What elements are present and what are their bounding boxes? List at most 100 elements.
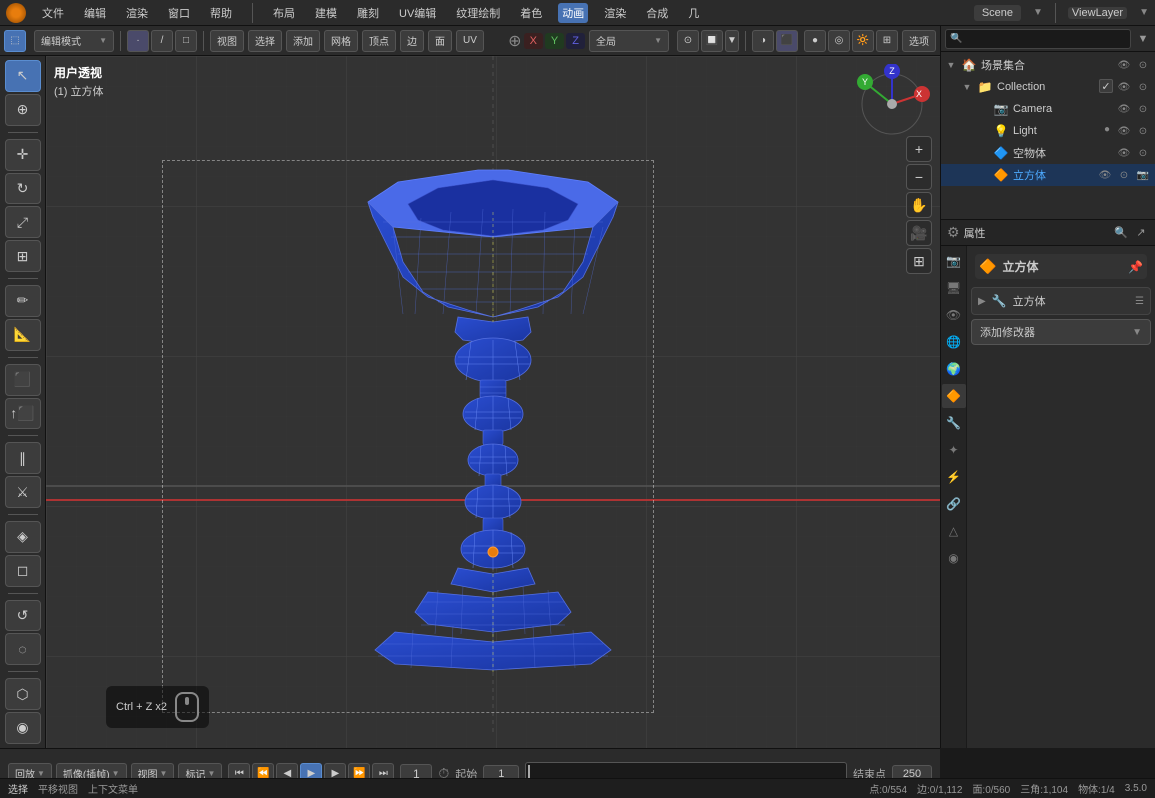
viewport-shading-mat[interactable]: ◎ [828, 30, 850, 52]
camera-view-btn[interactable]: 🎥 [906, 220, 932, 246]
vertex-select-icon[interactable]: · [127, 30, 149, 52]
tool-scale[interactable]: ⤢ [5, 206, 41, 238]
light-eye-icon[interactable]: 👁 [1116, 123, 1132, 139]
menu-render[interactable]: 渲染 [122, 3, 152, 23]
snap-icon[interactable]: 🔲 [701, 30, 723, 52]
expand-icon-collection[interactable]: ▼ [961, 81, 973, 93]
outliner-item-empty[interactable]: ▶ 🔷 空物体 👁 ⊙ [941, 142, 1155, 164]
viewport-shading-solid[interactable]: ● [804, 30, 826, 52]
collection-restrict[interactable]: ⊙ [1135, 79, 1151, 95]
prop-tab-data[interactable]: △ [942, 519, 966, 543]
tool-move[interactable]: ✛ [5, 139, 41, 171]
nav-gizmo[interactable]: X Y Z [852, 64, 932, 144]
camera-restrict[interactable]: ⊙ [1135, 101, 1151, 117]
transform-global-dropdown[interactable]: 全局 ▼ [589, 30, 669, 52]
props-maximize-icon[interactable]: ↗ [1133, 225, 1149, 241]
prop-tab-modifiers[interactable]: 🔧 [942, 411, 966, 435]
tool-extrude[interactable]: ↑⬛ [5, 398, 41, 430]
add-modifier-btn[interactable]: 添加修改器 ▼ [971, 319, 1151, 345]
viewport-3d[interactable]: 用户透视 (1) 立方体 [46, 56, 940, 748]
axis-y[interactable]: Y [545, 33, 564, 49]
view-pan-btn[interactable]: ✋ [906, 192, 932, 218]
menu-add[interactable]: 添加 [286, 30, 320, 52]
collection-checkbox[interactable]: ✓ [1099, 79, 1113, 93]
menu-mesh[interactable]: 网格 [324, 30, 358, 52]
restrict-icon[interactable]: ⊙ [1135, 57, 1151, 73]
outliner-item-camera[interactable]: ▶ 📷 Camera 👁 ⊙ [941, 98, 1155, 120]
axis-x[interactable]: X [524, 33, 543, 49]
workspace-sculpt[interactable]: 雕刻 [353, 3, 383, 23]
workspace-geometry[interactable]: 几 [684, 3, 703, 23]
empty-eye-icon[interactable]: 👁 [1116, 145, 1132, 161]
prop-tab-scene[interactable]: 🌐 [942, 330, 966, 354]
outliner-item-light[interactable]: ▶ 💡 Light ● 👁 ⊙ [941, 120, 1155, 142]
menu-select[interactable]: 选择 [248, 30, 282, 52]
snap-options-icon[interactable]: ▼ [725, 30, 739, 52]
status-transform[interactable]: 平移视图 [38, 781, 78, 796]
mode-dropdown[interactable]: 编辑模式 ▼ [34, 30, 114, 52]
outliner-search[interactable] [945, 29, 1131, 49]
menu-edge[interactable]: 边 [400, 30, 424, 52]
zoom-in-btn[interactable]: + [906, 136, 932, 162]
menu-face[interactable]: 面 [428, 30, 452, 52]
tool-spin[interactable]: ↺ [5, 600, 41, 632]
menu-edit[interactable]: 编辑 [80, 3, 110, 23]
workspace-compositing[interactable]: 合成 [642, 3, 672, 23]
workspace-texture[interactable]: 纹理绘制 [452, 3, 504, 23]
visible-eye-icon[interactable]: 👁 [1116, 57, 1132, 73]
prop-tab-object[interactable]: 🔶 [942, 384, 966, 408]
menu-uv[interactable]: UV [456, 30, 484, 52]
outliner-filter-icon[interactable]: ▼ [1135, 31, 1151, 47]
light-restrict[interactable]: ⊙ [1135, 123, 1151, 139]
workspace-layout[interactable]: 布局 [269, 3, 299, 23]
menu-help[interactable]: 帮助 [206, 3, 236, 23]
menu-window[interactable]: 窗口 [164, 3, 194, 23]
tool-measure[interactable]: 📐 [5, 319, 41, 351]
xray-icon[interactable]: ⬛ [776, 30, 798, 52]
prop-tab-view[interactable]: 👁 [942, 303, 966, 327]
tool-smooth[interactable]: ◌ [5, 633, 41, 665]
camera-eye-icon[interactable]: 👁 [1116, 101, 1132, 117]
tool-bevel[interactable]: ◈ [5, 521, 41, 553]
modifier-options-icon[interactable]: ☰ [1135, 296, 1144, 307]
expand-icon-scene[interactable]: ▼ [945, 59, 957, 71]
cube-restrict[interactable]: ⊙ [1116, 167, 1132, 183]
prop-tab-output[interactable]: 🖥 [942, 276, 966, 300]
prop-tab-physics[interactable]: ⚡ [942, 465, 966, 489]
prop-tab-render[interactable]: 📷 [942, 249, 966, 273]
status-context-menu[interactable]: 上下文菜单 [88, 781, 138, 796]
tool-rotate[interactable]: ↻ [5, 173, 41, 205]
empty-restrict[interactable]: ⊙ [1135, 145, 1151, 161]
prop-tab-world[interactable]: 🌍 [942, 357, 966, 381]
tool-add-cube[interactable]: ⬛ [5, 364, 41, 396]
workspace-animation[interactable]: 动画 [558, 3, 588, 23]
prop-tab-particles[interactable]: ✦ [942, 438, 966, 462]
workspace-rendering[interactable]: 渲染 [600, 3, 630, 23]
tool-loop-cut[interactable]: ∥ [5, 442, 41, 474]
tool-inset[interactable]: ◻ [5, 555, 41, 587]
tool-to-sphere[interactable]: ◉ [5, 712, 41, 744]
prop-tab-material[interactable]: ◉ [942, 546, 966, 570]
status-select[interactable]: 选择 [8, 781, 28, 796]
menu-view[interactable]: 视图 [210, 30, 244, 52]
menu-vertex[interactable]: 顶点 [362, 30, 396, 52]
face-select-icon[interactable]: □ [175, 30, 197, 52]
viewport-shading-render[interactable]: 🔆 [852, 30, 874, 52]
menu-file[interactable]: 文件 [38, 3, 68, 23]
options-btn[interactable]: 选项 [902, 30, 936, 52]
tool-select[interactable]: ↖ [5, 60, 41, 92]
prop-tab-constraints[interactable]: 🔗 [942, 492, 966, 516]
scene-name[interactable]: Scene [974, 5, 1021, 21]
outliner-item-cube[interactable]: ▶ 🔶 立方体 👁 ⊙ 📷 [941, 164, 1155, 186]
proportional-edit-icon[interactable]: ⊙ [677, 30, 699, 52]
tool-knife[interactable]: ⚔ [5, 476, 41, 508]
cube-render[interactable]: 📷 [1135, 167, 1151, 183]
tool-cursor[interactable]: ⊕ [5, 94, 41, 126]
collection-eye-icon[interactable]: 👁 [1116, 79, 1132, 95]
edge-select-icon[interactable]: / [151, 30, 173, 52]
props-search-icon[interactable]: 🔍 [1113, 225, 1129, 241]
zoom-out-btn[interactable]: − [906, 164, 932, 190]
outliner-item-scene[interactable]: ▼ 🏠 场景集合 👁 ⊙ [941, 54, 1155, 76]
cube-eye-icon[interactable]: 👁 [1097, 167, 1113, 183]
overlay-icon[interactable]: ◑ [752, 30, 774, 52]
